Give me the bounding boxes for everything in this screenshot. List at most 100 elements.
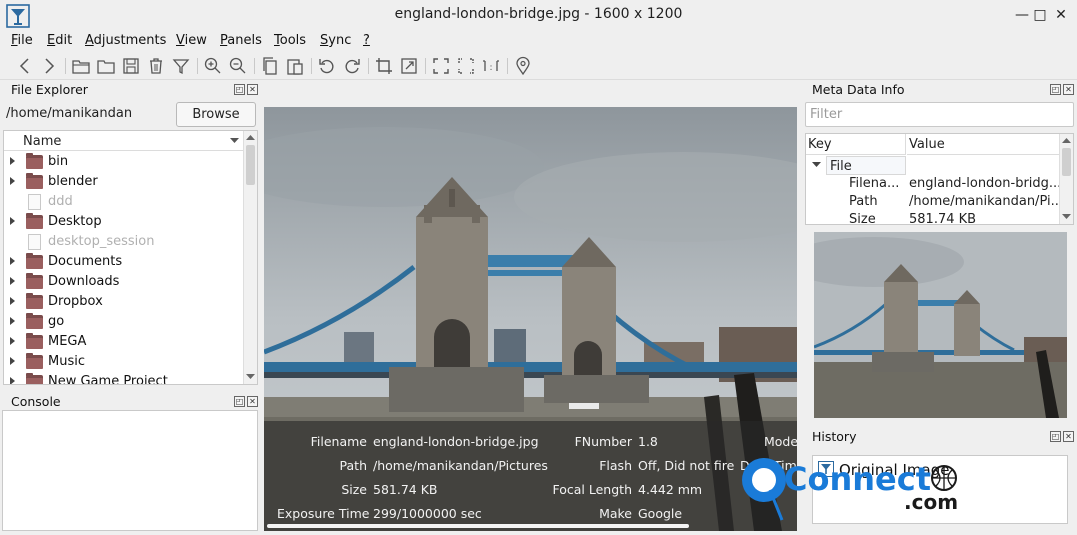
meta-panel-header: Meta Data Info ◰ ✕ [812, 82, 1074, 100]
toolbar-separator [254, 58, 255, 74]
menu-edit[interactable]: Edit [47, 33, 72, 48]
rotate-left-icon[interactable] [317, 56, 337, 76]
group-chevron-down-icon[interactable] [812, 162, 821, 168]
metadata-filter-input[interactable]: Filter [805, 102, 1074, 127]
meta-key-path: Path [849, 194, 878, 209]
menu-sync[interactable]: Sync [320, 33, 351, 48]
tree-item-desktop-session[interactable]: desktop_session [4, 232, 244, 252]
actual-size-icon[interactable]: : [481, 56, 501, 76]
exif-filename-key: Filename [310, 434, 367, 449]
crop-icon[interactable] [374, 56, 394, 76]
menu-view[interactable]: View [176, 33, 207, 48]
scroll-down-icon[interactable] [246, 374, 255, 380]
exif-size-value: 581.74 KB [373, 482, 438, 497]
tree-item-new-game-project[interactable]: New Game Project [4, 372, 244, 384]
sort-chevron-down-icon [230, 138, 239, 143]
minimize-button[interactable]: — [1013, 6, 1031, 24]
expand-arrow-icon[interactable] [10, 337, 15, 345]
zoom-out-icon[interactable] [228, 56, 248, 76]
scrollbar-thumb[interactable] [1062, 148, 1071, 176]
console-output[interactable] [2, 410, 258, 531]
fit-width-icon[interactable] [456, 56, 476, 76]
scroll-up-icon[interactable] [246, 135, 255, 141]
group-file[interactable]: File [826, 156, 906, 175]
close-panel-icon[interactable]: ✕ [1063, 84, 1074, 95]
float-panel-icon[interactable]: ◰ [1050, 84, 1061, 95]
close-panel-icon[interactable]: ✕ [247, 84, 258, 95]
expand-arrow-icon[interactable] [10, 217, 15, 225]
file-icon [28, 194, 41, 210]
tree-item-label: go [48, 314, 65, 329]
float-panel-icon[interactable]: ◰ [234, 84, 245, 95]
toolbar: : [0, 53, 1077, 80]
forward-icon[interactable] [39, 56, 59, 76]
delete-icon[interactable] [146, 56, 166, 76]
tree-column-header[interactable]: Name [4, 131, 244, 151]
scroll-up-icon[interactable] [1062, 138, 1071, 144]
paste-icon[interactable] [285, 56, 305, 76]
folder-icon [26, 373, 43, 384]
scroll-down-icon[interactable] [1062, 214, 1071, 220]
tree-item-label: bin [48, 154, 69, 169]
file-explorer-panel-header: File Explorer ◰ ✕ [11, 82, 258, 100]
browse-button[interactable]: Browse [176, 102, 256, 127]
exif-make-key: Make [599, 506, 632, 521]
copy-icon[interactable] [260, 56, 280, 76]
close-button[interactable]: ✕ [1052, 6, 1070, 24]
rotate-right-icon[interactable] [342, 56, 362, 76]
location-icon[interactable] [513, 56, 533, 76]
maximize-button[interactable]: □ [1031, 6, 1049, 24]
folder-icon[interactable] [96, 56, 116, 76]
zoom-in-icon[interactable] [203, 56, 223, 76]
save-icon[interactable] [121, 56, 141, 76]
fit-icon[interactable] [431, 56, 451, 76]
image-horizontal-scrollbar[interactable] [267, 524, 689, 528]
filter-icon[interactable] [171, 56, 191, 76]
tree-item-downloads[interactable]: Downloads [4, 272, 244, 292]
expand-arrow-icon[interactable] [10, 297, 15, 305]
menu-adjustments[interactable]: Adjustments [85, 33, 166, 48]
tree-item-bin[interactable]: bin [4, 152, 244, 172]
metadata-scrollbar[interactable] [1059, 134, 1073, 224]
open-folder-icon[interactable] [71, 56, 91, 76]
exif-focal-key: Focal Length [552, 482, 633, 497]
column-header-key[interactable]: Key [806, 134, 906, 155]
close-panel-icon[interactable]: ✕ [247, 396, 258, 407]
expand-arrow-icon[interactable] [10, 357, 15, 365]
expand-arrow-icon[interactable] [10, 257, 15, 265]
tree-item-dropbox[interactable]: Dropbox [4, 292, 244, 312]
tree-item-ddd[interactable]: ddd [4, 192, 244, 212]
menu-panels[interactable]: Panels [220, 33, 262, 48]
tree-item-label: Music [48, 354, 85, 369]
tree-scrollbar[interactable] [243, 131, 257, 384]
expand-arrow-icon[interactable] [10, 317, 15, 325]
tree-item-desktop[interactable]: Desktop [4, 212, 244, 232]
watermark-domain: .com [904, 490, 959, 514]
expand-arrow-icon[interactable] [10, 377, 15, 384]
metadata-table[interactable]: Key Value File Filena... england-london-… [805, 133, 1074, 225]
menu-help[interactable]: ? [363, 33, 370, 48]
tree-item-music[interactable]: Music [4, 352, 244, 372]
filter-placeholder: Filter [810, 107, 843, 122]
expand-arrow-icon[interactable] [10, 277, 15, 285]
float-panel-icon[interactable]: ◰ [234, 396, 245, 407]
menu-tools[interactable]: Tools [274, 33, 306, 48]
tree-item-go[interactable]: go [4, 312, 244, 332]
expand-arrow-icon[interactable] [10, 157, 15, 165]
close-panel-icon[interactable]: ✕ [1063, 431, 1074, 442]
column-header-value[interactable]: Value [907, 134, 1061, 155]
resize-icon[interactable] [399, 56, 419, 76]
toolbar-separator [65, 58, 66, 74]
back-icon[interactable] [15, 56, 35, 76]
float-panel-icon[interactable]: ◰ [1050, 431, 1061, 442]
menu-file[interactable]: File [11, 33, 33, 48]
tree-item-blender[interactable]: blender [4, 172, 244, 192]
expand-arrow-icon[interactable] [10, 177, 15, 185]
file-tree[interactable]: Name bin blender ddd Desktop desktop_ses… [3, 130, 258, 385]
tree-item-documents[interactable]: Documents [4, 252, 244, 272]
folder-icon [26, 153, 43, 169]
meta-key-filename: Filena... [849, 176, 900, 191]
tree-item-mega[interactable]: MEGA [4, 332, 244, 352]
scrollbar-thumb[interactable] [246, 145, 255, 185]
folder-icon [26, 213, 43, 229]
